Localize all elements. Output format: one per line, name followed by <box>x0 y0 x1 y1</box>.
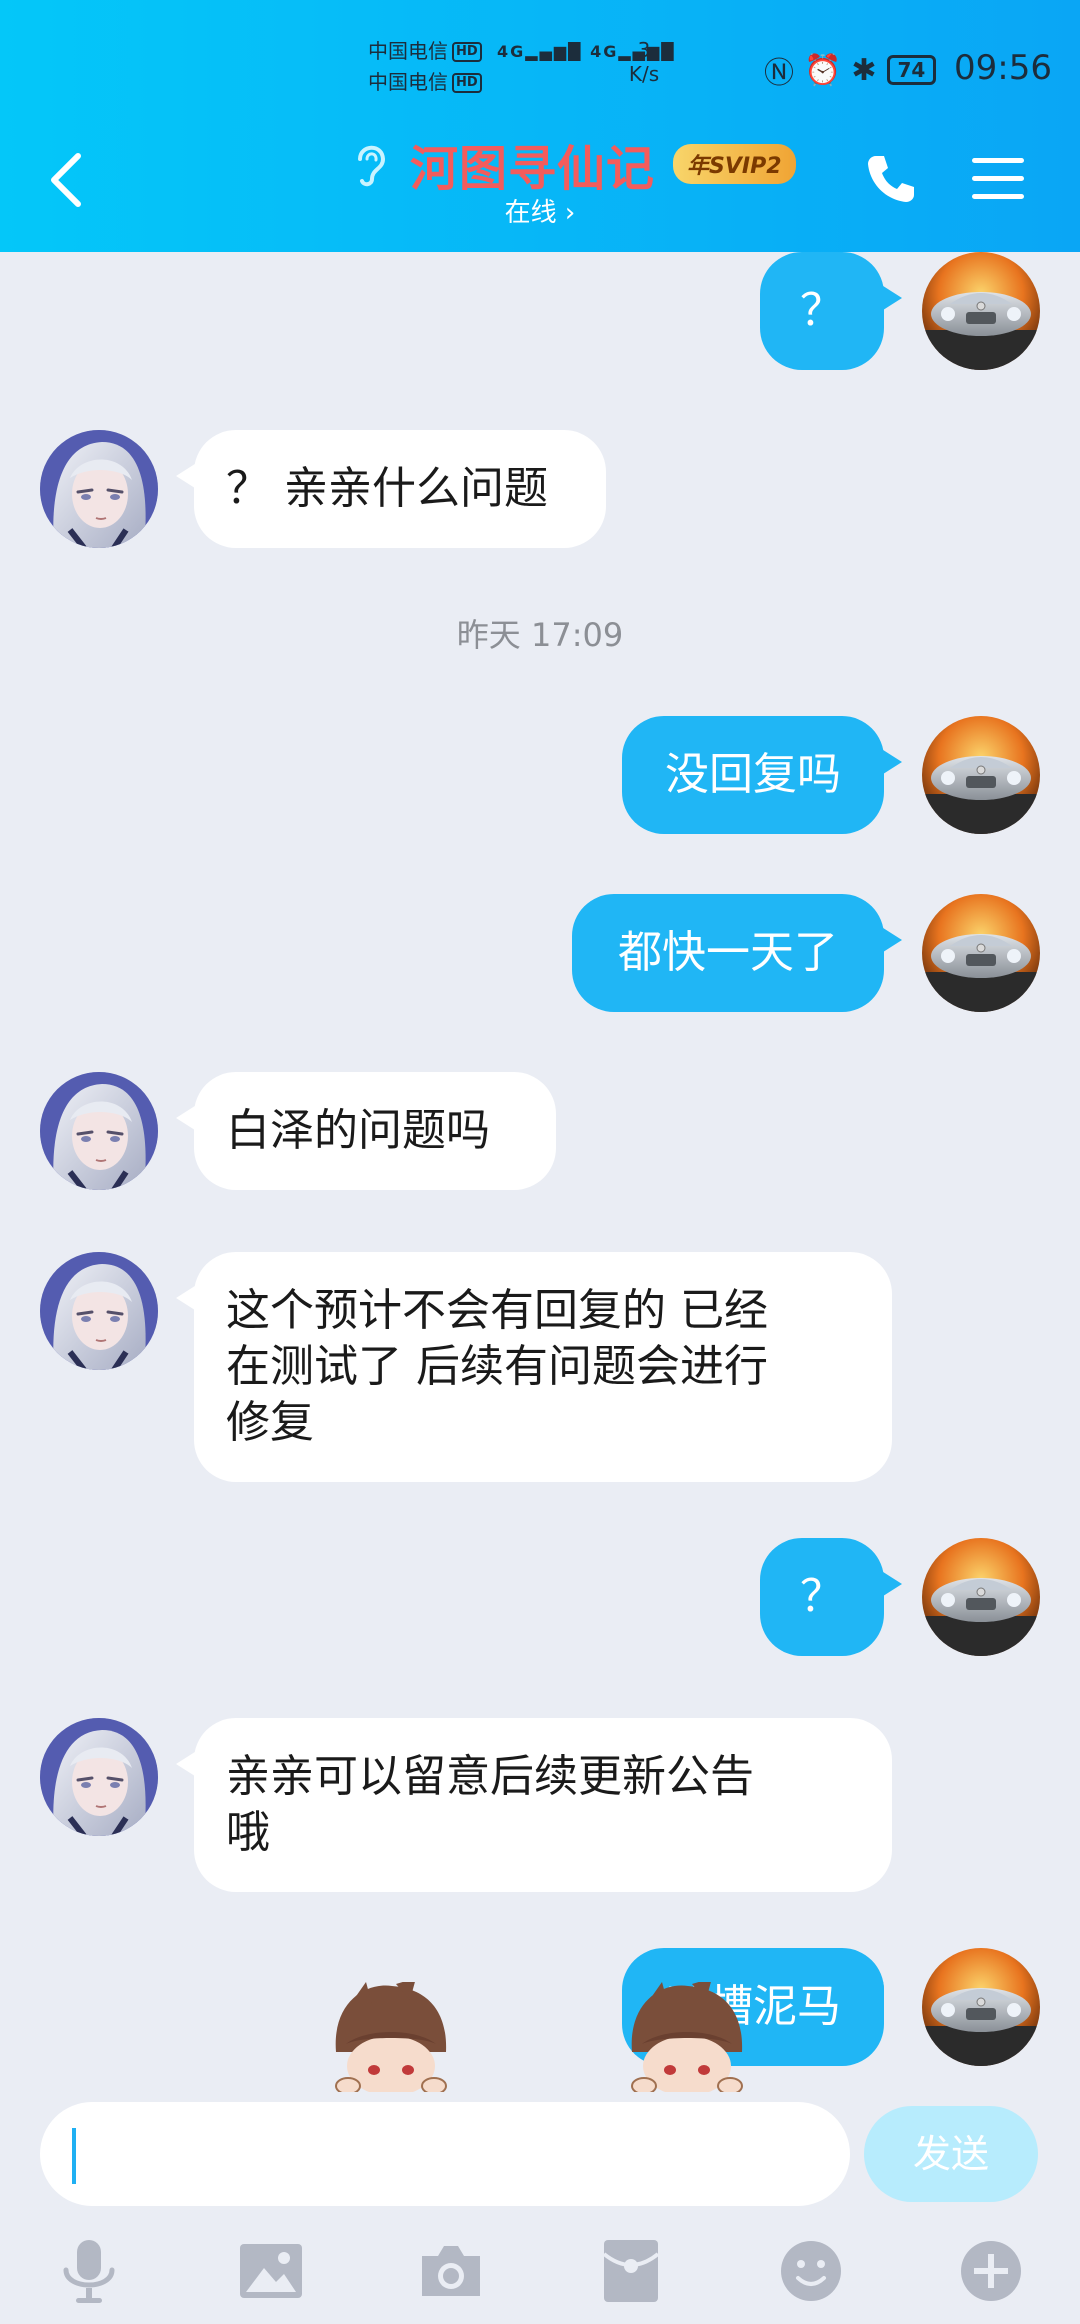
emoji-button[interactable] <box>776 2236 846 2306</box>
message-input[interactable] <box>40 2102 850 2206</box>
my-avatar[interactable] <box>922 894 1040 1012</box>
contact-avatar[interactable] <box>40 430 158 548</box>
chibi-sticker-left <box>326 1978 456 2092</box>
status-bar: 中国电信 HD 中国电信 HD 4G▂▄▆█ 4G▂▄▆█ 3 K/s Ⓝ ⏰ ✱ … <box>0 30 1080 100</box>
battery-indicator: 74 <box>886 55 937 85</box>
microphone-icon <box>63 2240 115 2303</box>
message-bubble-incoming[interactable]: 这个预计不会有回复的 已经 在测试了 后续有问题会进行 修复 <box>176 1252 892 1482</box>
message-bubble-outgoing[interactable]: ？ <box>760 1538 902 1656</box>
car-avatar-image <box>922 716 1040 834</box>
message-bubble-incoming[interactable]: 亲亲可以留意后续更新公告 哦 <box>176 1718 892 1892</box>
system-icons: Ⓝ ⏰ ✱ 74 <box>764 48 937 92</box>
hd-badge: HD <box>452 41 482 62</box>
anime-avatar-image <box>40 1072 158 1190</box>
net-speed: 3 K/s <box>628 38 660 86</box>
menu-icon <box>972 158 1024 199</box>
svip-badge: 年SVIP2 <box>673 144 796 184</box>
my-avatar[interactable] <box>922 716 1040 834</box>
contact-avatar[interactable] <box>40 1072 158 1190</box>
contact-avatar[interactable] <box>40 1252 158 1370</box>
message-bubble-incoming[interactable]: 白泽的问题吗 <box>176 1072 556 1190</box>
back-button[interactable] <box>46 150 86 210</box>
clock: 09:56 <box>954 48 1052 88</box>
menu-button[interactable] <box>970 155 1026 203</box>
online-status[interactable]: 在线 › <box>450 192 630 229</box>
voice-button[interactable] <box>54 2236 124 2306</box>
text-caret <box>72 2128 76 2184</box>
red-packet-button[interactable] <box>596 2236 666 2306</box>
camera-button[interactable] <box>416 2236 486 2306</box>
message-bubble-incoming[interactable]: ？ 亲亲什么问题 <box>176 430 606 548</box>
message-bubble-outgoing[interactable]: ？ <box>760 252 902 370</box>
my-avatar[interactable] <box>922 1948 1040 2066</box>
red-packet-icon <box>602 2240 660 2302</box>
car-avatar-image <box>922 252 1040 370</box>
camera-icon <box>422 2246 480 2296</box>
back-icon <box>51 153 81 207</box>
message-list[interactable]: ？ ？ 亲亲什么问题 昨天 17:09 没回复吗 都快一天了 白泽的问题吗 这个… <box>0 252 1080 2092</box>
carrier-info: 中国电信 HD 中国电信 HD <box>368 36 482 98</box>
send-button[interactable]: 发送 <box>864 2106 1038 2202</box>
image-icon <box>240 2244 302 2298</box>
message-bubble-outgoing[interactable]: 没回复吗 <box>622 716 902 834</box>
more-button[interactable] <box>956 2236 1026 2306</box>
nfc-icon: Ⓝ <box>764 56 794 91</box>
message-bubble-outgoing[interactable]: 都快一天了 <box>572 894 902 1012</box>
anime-avatar-image <box>40 1252 158 1370</box>
car-avatar-image <box>922 1948 1040 2066</box>
car-avatar-image <box>922 894 1040 1012</box>
carrier-2: 中国电信 <box>368 70 448 94</box>
input-area: 发送 <box>0 2092 1080 2324</box>
contact-avatar[interactable] <box>40 1718 158 1836</box>
emoji-icon <box>781 2241 841 2301</box>
ear-icon <box>358 145 386 187</box>
message-timestamp: 昨天 17:09 <box>456 616 624 654</box>
anime-avatar-image <box>40 430 158 548</box>
hd-badge: HD <box>452 72 482 93</box>
anime-avatar-image <box>40 1718 158 1836</box>
plus-icon <box>961 2241 1021 2301</box>
title-area[interactable]: 河图寻仙记 年SVIP2 <box>350 134 796 197</box>
my-avatar[interactable] <box>922 252 1040 370</box>
car-avatar-image <box>922 1538 1040 1656</box>
input-toolbar <box>0 2220 1080 2324</box>
chibi-sticker-right <box>622 1978 752 2092</box>
chat-title: 河图寻仙记 <box>410 141 656 197</box>
call-button[interactable] <box>864 152 918 206</box>
phone-icon <box>868 156 914 202</box>
bluetooth-icon: ✱ <box>851 52 877 88</box>
chat-header: 中国电信 HD 中国电信 HD 4G▂▄▆█ 4G▂▄▆█ 3 K/s Ⓝ ⏰ ✱ … <box>0 0 1080 252</box>
alarm-icon: ⏰ <box>804 52 842 88</box>
my-avatar[interactable] <box>922 1538 1040 1656</box>
image-button[interactable] <box>236 2236 306 2306</box>
carrier-1: 中国电信 <box>368 39 448 63</box>
